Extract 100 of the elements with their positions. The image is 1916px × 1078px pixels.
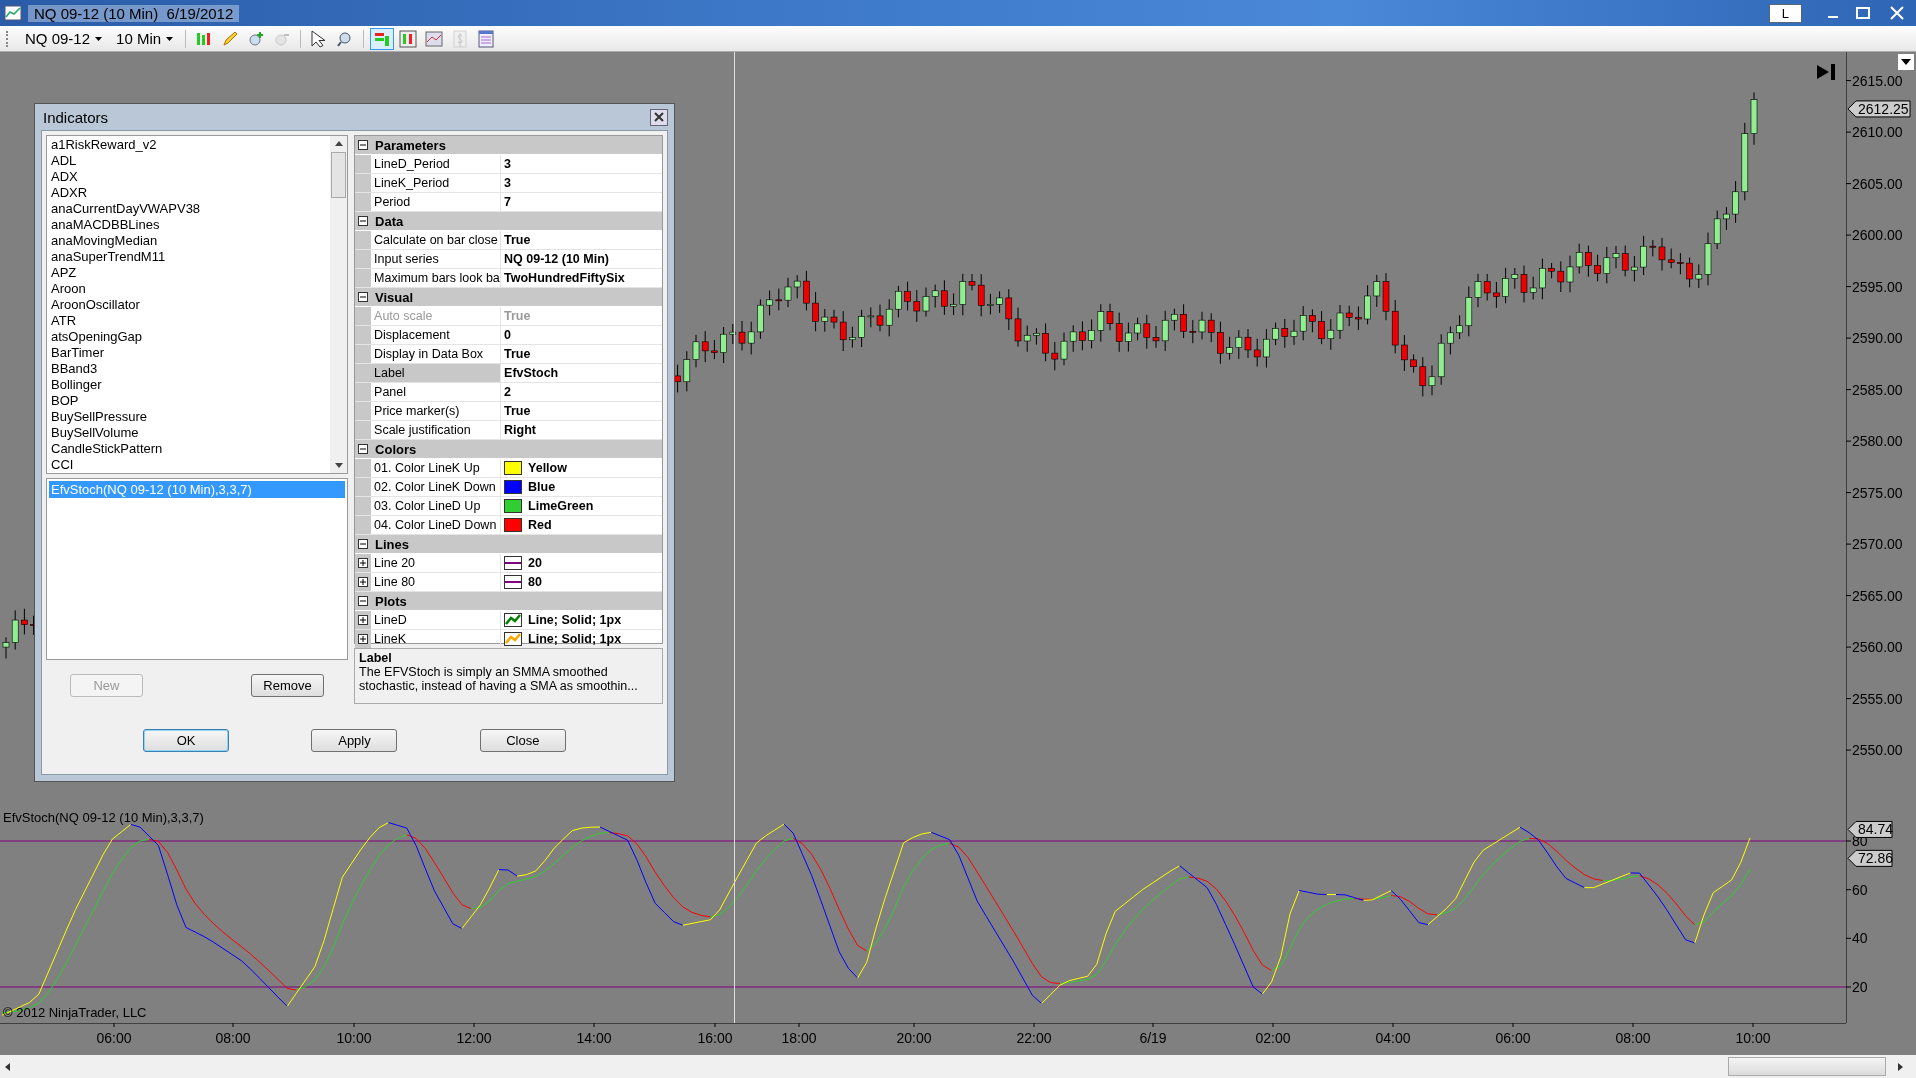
property-name[interactable]: Panel bbox=[371, 383, 502, 401]
candlestick bbox=[803, 270, 810, 311]
indicator-list-item[interactable]: BuySellVolume bbox=[51, 425, 327, 441]
time-axis-label: 20:00 bbox=[896, 1023, 932, 1046]
indicator-list-item[interactable]: anaMACDBBLines bbox=[51, 217, 327, 233]
property-name[interactable]: LineD_Period bbox=[371, 155, 502, 173]
collapse-icon[interactable] bbox=[358, 215, 370, 227]
candlestick bbox=[1723, 206, 1730, 231]
description-text: The EFVStoch is simply an SMMA smoothed stochastic, instead of having a SMA as smoothin... bbox=[359, 665, 639, 693]
indicator-list-item[interactable]: anaCurrentDayVWAPV38 bbox=[51, 201, 327, 217]
scrollbar-thumb[interactable] bbox=[1728, 1057, 1886, 1076]
indicator-list-item[interactable]: anaMovingMedian bbox=[51, 233, 327, 249]
property-name[interactable]: Line 80 bbox=[371, 573, 502, 591]
dialog-button[interactable]: Apply bbox=[311, 729, 398, 752]
grip-icon bbox=[6, 30, 11, 47]
indicator-list-item[interactable]: anaSuperTrendM11 bbox=[51, 249, 327, 265]
caret-icon bbox=[166, 36, 174, 41]
indicator-list-item[interactable]: ADL bbox=[51, 153, 327, 169]
property-category[interactable]: Lines bbox=[355, 535, 662, 554]
collapse-icon[interactable] bbox=[358, 538, 370, 550]
vertical-scrollbar[interactable] bbox=[330, 136, 348, 473]
indicator-list-item[interactable]: CandleStickPattern bbox=[51, 441, 327, 457]
property-value[interactable]: 7 bbox=[504, 195, 511, 209]
property-value[interactable]: Yellow bbox=[528, 461, 567, 475]
property-value[interactable]: Line; Solid; 1px bbox=[528, 632, 622, 646]
property-name[interactable]: 04. Color LineD Down bbox=[371, 516, 502, 534]
property-value[interactable]: NQ 09-12 (10 Min) bbox=[504, 252, 609, 266]
property-name[interactable]: Label bbox=[371, 364, 502, 382]
property-category[interactable]: Plots bbox=[355, 592, 662, 611]
property-value[interactable]: True bbox=[504, 404, 531, 418]
property-value[interactable]: Line; Solid; 1px bbox=[528, 613, 622, 627]
close-icon[interactable] bbox=[650, 108, 668, 126]
indicator-list-item[interactable]: ADX bbox=[51, 169, 327, 185]
indicator-list-item[interactable]: BBand3 bbox=[51, 361, 327, 377]
property-name[interactable]: Line 20 bbox=[371, 554, 502, 572]
collapse-icon[interactable] bbox=[358, 291, 370, 303]
time-axis-label: 6/19 bbox=[1139, 1023, 1167, 1046]
horizontal-scrollbar[interactable] bbox=[0, 1055, 1916, 1078]
property-name[interactable]: Maximum bars look ba bbox=[371, 269, 502, 287]
indicator-list-item[interactable]: APZ bbox=[51, 265, 327, 281]
indicator-list-item[interactable]: atsOpeningGap bbox=[51, 329, 327, 345]
property-name[interactable]: Displacement bbox=[371, 326, 502, 344]
indicator-list-item[interactable]: Aroon bbox=[51, 281, 327, 297]
property-value[interactable]: TwoHundredFiftySix bbox=[504, 271, 625, 285]
property-name[interactable]: Calculate on bar close bbox=[371, 231, 502, 249]
property-name[interactable]: LineK bbox=[371, 630, 502, 648]
property-category[interactable]: Parameters bbox=[355, 136, 662, 155]
property-name[interactable]: LineK_Period bbox=[371, 174, 502, 192]
property-value[interactable]: 3 bbox=[504, 176, 511, 190]
property-name[interactable]: 01. Color LineK Up bbox=[371, 459, 502, 477]
property-value[interactable]: True bbox=[504, 233, 531, 247]
property-name[interactable]: Price marker(s) bbox=[371, 402, 502, 420]
indicator-list-item[interactable]: AroonOscillator bbox=[51, 297, 327, 313]
list-action-button[interactable]: Remove bbox=[251, 674, 325, 697]
indicator-axis-label: 40 bbox=[1846, 930, 1868, 947]
property-name[interactable]: Period bbox=[371, 193, 502, 211]
property-value[interactable]: 80 bbox=[528, 575, 542, 589]
dialog-button[interactable]: Close bbox=[479, 729, 566, 752]
property-name[interactable]: LineD bbox=[371, 611, 502, 629]
indicator-list-item[interactable]: ADXR bbox=[51, 185, 327, 201]
indicator-list-item[interactable]: BarTimer bbox=[51, 345, 327, 361]
property-name[interactable]: 02. Color LineK Down bbox=[371, 478, 502, 496]
instrument-dropdown[interactable]: NQ 09-12 bbox=[19, 30, 109, 47]
indicator-list-item[interactable]: ATR bbox=[51, 313, 327, 329]
indicator-list-item[interactable]: a1RiskReward_v2 bbox=[51, 137, 327, 153]
collapse-icon[interactable] bbox=[358, 139, 370, 151]
property-category[interactable]: Visual bbox=[355, 288, 662, 307]
property-value[interactable]: EfvStoch bbox=[504, 366, 559, 380]
property-category[interactable]: Data bbox=[355, 212, 662, 231]
indicator-list-item[interactable]: BuySellPressure bbox=[51, 409, 327, 425]
category-label: Colors bbox=[375, 441, 417, 457]
candlestick bbox=[1640, 235, 1647, 276]
property-name[interactable]: Input series bbox=[371, 250, 502, 268]
property-name[interactable]: Scale justification bbox=[371, 421, 502, 439]
property-value[interactable]: True bbox=[504, 347, 531, 361]
scrollbar-thumb[interactable] bbox=[331, 152, 347, 198]
indicators-tool-button[interactable] bbox=[370, 27, 395, 50]
property-value[interactable]: 2 bbox=[504, 385, 511, 399]
property-category[interactable]: Colors bbox=[355, 440, 662, 459]
property-value[interactable]: Right bbox=[504, 423, 536, 437]
jump-to-end-icon[interactable] bbox=[1815, 62, 1837, 82]
collapse-icon[interactable] bbox=[358, 443, 370, 455]
candlestick bbox=[1539, 258, 1546, 300]
indicator-list-item[interactable]: CCI bbox=[51, 457, 327, 473]
property-value[interactable]: 3 bbox=[504, 157, 511, 171]
indicator-list-item[interactable]: BOP bbox=[51, 393, 327, 409]
dialog-button[interactable]: OK bbox=[143, 729, 230, 752]
interval-dropdown[interactable]: 10 Min bbox=[110, 30, 180, 47]
property-value[interactable]: 20 bbox=[528, 556, 542, 570]
price-axis-label: 2605.00 bbox=[1846, 175, 1903, 192]
property-name[interactable]: Display in Data Box bbox=[371, 345, 502, 363]
collapse-icon[interactable] bbox=[358, 595, 370, 607]
property-value[interactable]: Blue bbox=[528, 480, 556, 494]
property-value[interactable]: 0 bbox=[504, 328, 511, 342]
price-axis-label: 2585.00 bbox=[1846, 381, 1903, 398]
property-name[interactable]: 03. Color LineD Up bbox=[371, 497, 502, 515]
indicator-list-item[interactable]: Bollinger bbox=[51, 377, 327, 393]
property-value[interactable]: LimeGreen bbox=[528, 499, 594, 513]
property-value[interactable]: Red bbox=[528, 518, 552, 532]
window-tab[interactable]: L bbox=[1768, 3, 1802, 23]
